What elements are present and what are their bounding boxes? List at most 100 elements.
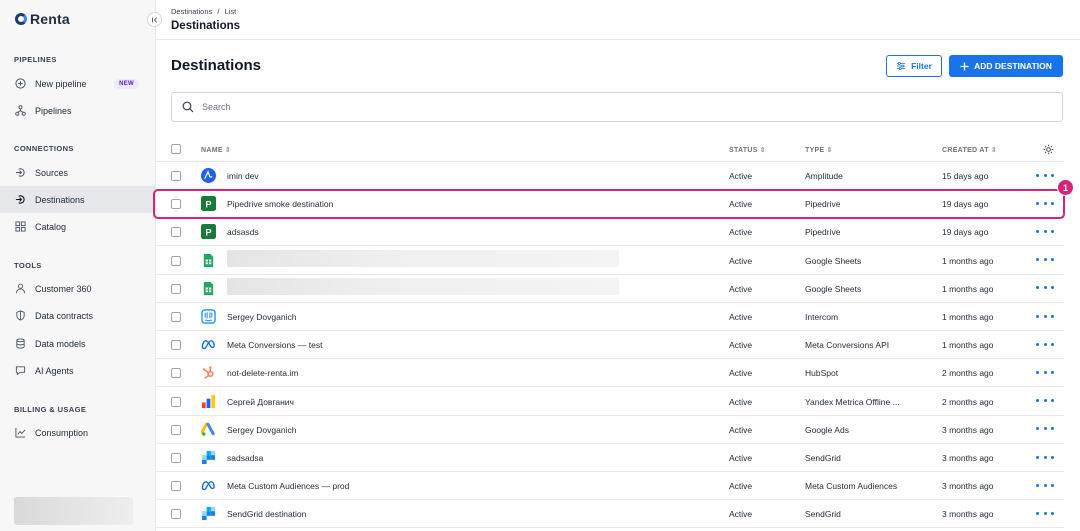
more-actions-icon[interactable] [1036,223,1054,239]
more-actions-icon[interactable] [1036,364,1054,380]
sidebar-item-customer-360[interactable]: Customer 360 [0,275,155,302]
destination-name[interactable]: not-delete-renta.im [227,368,298,378]
more-actions-icon[interactable] [1036,308,1054,324]
filter-button[interactable]: Filter [886,55,942,77]
destination-name[interactable]: SendGrid destination [227,509,306,519]
collapse-sidebar-button[interactable] [147,12,162,27]
destination-name[interactable]: imin dev [227,171,259,181]
destination-type: Pipedrive [805,199,841,210]
search-input[interactable] [202,102,602,112]
sort-icon: ⇕ [224,146,231,154]
more-actions-icon[interactable] [1036,336,1054,352]
column-label: STATUS [729,147,758,154]
row-checkbox[interactable] [171,255,181,266]
row-checkbox[interactable] [171,368,181,379]
more-actions-icon[interactable] [1036,393,1054,409]
table-row[interactable]: Meta Conversions — test Active Meta Conv… [156,331,1064,360]
destination-name[interactable]: adsasds [227,227,259,237]
column-header-created[interactable]: CREATED AT ⇕ [942,147,997,154]
sidebar-item-new-pipeline[interactable]: New pipeline NEW [0,70,155,97]
select-all-checkbox[interactable] [171,144,181,154]
table-row[interactable]: P adsasds Active Pipedrive 19 days ago [156,218,1064,247]
pipedrive-logo-icon: P [201,196,216,212]
created-at: 3 months ago [942,424,994,435]
more-actions-icon[interactable] [1036,195,1054,211]
destination-name[interactable]: Sergey Dovganich [227,425,296,435]
sidebar-item-sources[interactable]: Sources [0,159,155,186]
search-box[interactable] [171,92,1063,122]
destination-name[interactable]: Meta Custom Audiences — prod [227,481,349,491]
more-actions-icon[interactable] [1036,280,1054,296]
table-row[interactable]: Sergey Dovganich Active Intercom 1 month… [156,303,1064,331]
section-title-pipelines: PIPELINES [14,55,57,64]
more-actions-icon[interactable] [1036,167,1054,183]
row-checkbox[interactable] [171,227,181,238]
table-row[interactable]: Sergey Dovganich Active Google Ads 3 mon… [156,416,1064,444]
logo-text: Renta [30,11,70,27]
destinations-icon [15,194,26,205]
more-actions-icon[interactable] [1036,252,1054,268]
destination-type: Amplitude [805,171,843,181]
destination-type: Google Sheets [805,255,862,266]
sidebar-item-pipelines[interactable]: Pipelines [0,97,155,124]
gear-icon[interactable] [1043,144,1054,155]
row-checkbox[interactable] [171,481,181,492]
meta-logo-icon [201,337,216,352]
breadcrumb-separator: / [217,7,220,16]
table-row[interactable]: Meta Custom Audiences — prod Active Meta… [156,472,1064,501]
row-checkbox[interactable] [171,312,181,322]
column-label: TYPE [805,147,825,154]
top-bar: Destinations / List Destinations [156,0,1080,40]
row-checkbox[interactable] [171,453,181,463]
table-row[interactable]: Сергей Довганич Active Yandex Metrica Of… [156,388,1064,416]
row-checkbox[interactable] [171,396,181,407]
add-destination-button[interactable]: ADD DESTINATION [949,55,1063,77]
column-header-name[interactable]: NAME ⇕ [201,147,231,154]
column-header-status[interactable]: STATUS ⇕ [729,147,766,154]
sort-icon: ⇕ [759,146,766,154]
table-row[interactable]: P Pipedrive smoke destination Active Pip… [156,190,1064,219]
sidebar-item-consumption[interactable]: Consumption [0,419,155,446]
row-checkbox[interactable] [171,424,181,435]
destination-name[interactable]: Сергей Довганич [227,397,294,407]
sidebar-item-ai-agents[interactable]: AI Agents [0,357,155,384]
row-checkbox[interactable] [171,509,181,520]
filter-icon [896,62,906,70]
table-row[interactable]: Active Google Sheets 1 months ago [156,247,1064,275]
sidebar-item-catalog[interactable]: Catalog [0,213,155,240]
sidebar-item-label: Data contracts [35,310,94,321]
plus-icon [960,61,969,71]
row-checkbox[interactable] [171,199,181,210]
table-row[interactable]: not-delete-renta.im Active HubSpot 2 mon… [156,359,1064,388]
more-actions-icon[interactable] [1036,421,1054,437]
breadcrumb-destinations[interactable]: Destinations [171,7,212,16]
destination-name[interactable]: Sergey Dovganich [227,312,296,322]
column-header-type[interactable]: TYPE ⇕ [805,147,833,154]
sidebar-item-destinations[interactable]: Destinations [0,186,155,213]
more-actions-icon[interactable] [1036,477,1054,493]
table-header: NAME ⇕ STATUS ⇕ TYPE ⇕ CREATED AT ⇕ [156,138,1064,162]
row-checkbox[interactable] [171,340,181,351]
collapse-icon [151,16,157,23]
table-row[interactable]: sadsadsa Active SendGrid 3 months ago [156,444,1064,472]
user-account-redacted[interactable] [14,497,133,525]
renta-logo[interactable]: Renta [15,11,70,27]
table-row[interactable]: imin dev Active Amplitude 15 days ago [156,162,1064,190]
destination-name[interactable]: Meta Conversions — test [227,340,322,350]
row-checkbox[interactable] [171,171,181,181]
destination-name[interactable]: Pipedrive smoke destination [227,199,333,209]
table-row[interactable]: Active Google Sheets 1 months ago [156,275,1064,303]
sidebar-item-label: AI Agents [35,365,74,376]
sidebar-item-data-contracts[interactable]: Data contracts [0,302,155,329]
more-actions-icon[interactable] [1036,449,1054,465]
annotation-marker: 1 [1057,179,1074,196]
created-at: 1 months ago [942,255,994,266]
svg-text:P: P [205,199,211,209]
row-checkbox[interactable] [171,283,181,294]
more-actions-icon[interactable] [1036,505,1054,521]
section-title-connections: CONNECTIONS [14,144,74,153]
created-at: 2 months ago [942,396,994,407]
sidebar-item-data-models[interactable]: Data models [0,330,155,357]
table-row[interactable]: SendGrid destination Active SendGrid 3 m… [156,500,1064,529]
destination-name[interactable]: sadsadsa [227,453,263,463]
